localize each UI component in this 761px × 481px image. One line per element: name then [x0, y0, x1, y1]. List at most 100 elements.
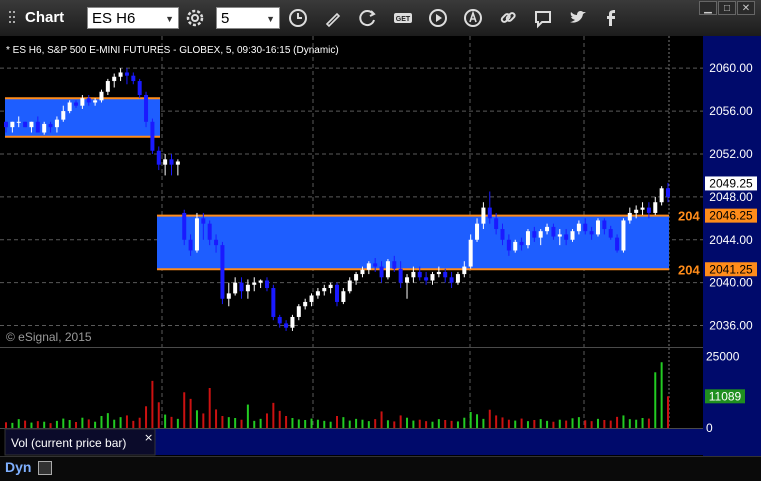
- refresh-icon[interactable]: [357, 7, 379, 29]
- candle-body: [35, 121, 40, 133]
- comment-icon[interactable]: [532, 7, 554, 29]
- candle-body: [112, 76, 117, 82]
- link-icon[interactable]: [497, 7, 519, 29]
- candle-body: [354, 274, 359, 281]
- candle-body: [156, 150, 161, 165]
- candle-body: [264, 280, 269, 289]
- candle-body: [608, 229, 613, 238]
- price-tick-label: 2048.00: [709, 190, 753, 204]
- chevron-down-icon[interactable]: ▼: [266, 8, 275, 30]
- candle-body: [455, 274, 460, 283]
- candle-body: [341, 291, 346, 302]
- candle-body: [564, 234, 569, 240]
- candle-body: [74, 102, 79, 106]
- minimize-icon[interactable]: ▁: [699, 1, 717, 15]
- twitter-icon[interactable]: [567, 7, 589, 29]
- copyright-text: © eSignal, 2015: [6, 330, 92, 344]
- price-tick-label: 2060.00: [709, 61, 753, 75]
- dynamic-status-label[interactable]: Dyn: [5, 459, 31, 475]
- price-tick-label: 2040.00: [709, 276, 753, 290]
- interval-input[interactable]: 5 ▼: [216, 7, 280, 29]
- candle-body: [392, 261, 397, 269]
- candle-body: [646, 207, 651, 213]
- candle-body: [67, 102, 72, 112]
- candle-body: [487, 207, 492, 219]
- candle-body: [86, 98, 91, 103]
- candle-body: [627, 212, 632, 221]
- copy-icon[interactable]: [38, 461, 52, 475]
- candle-body: [214, 239, 219, 246]
- candle-body: [436, 271, 441, 275]
- candle-body: [430, 274, 435, 281]
- candle-body: [220, 245, 225, 299]
- candle-body: [118, 72, 123, 77]
- candle-body: [277, 316, 282, 324]
- app-grid-icon[interactable]: [7, 7, 21, 29]
- candle-body: [4, 121, 8, 128]
- candle-body: [557, 234, 562, 237]
- candle-body: [519, 241, 524, 246]
- candle-body: [290, 316, 295, 328]
- candle-body: [188, 239, 193, 251]
- maximize-icon[interactable]: □: [718, 1, 736, 15]
- get-icon[interactable]: GET: [392, 7, 414, 29]
- candle-body: [137, 81, 142, 95]
- chart-titlebar: Chart ES H6 ▼ 5 ▼ GET ▁ □ ✕: [0, 0, 761, 37]
- candle-body: [468, 239, 473, 267]
- candle-body: [252, 282, 257, 285]
- last-volume-label: 11089: [709, 389, 742, 403]
- candle-body: [303, 301, 308, 307]
- chevron-down-icon[interactable]: ▼: [165, 8, 174, 30]
- play-icon[interactable]: [427, 7, 449, 29]
- candle-body: [373, 263, 378, 267]
- draw-icon[interactable]: [322, 7, 344, 29]
- candle-body: [309, 295, 314, 302]
- zone-top-price-label: 2046.25: [709, 209, 753, 223]
- candle-body: [296, 306, 301, 317]
- candle-body: [532, 231, 537, 238]
- candle-body: [23, 121, 28, 128]
- clock-icon[interactable]: [287, 7, 309, 29]
- candle-body: [61, 111, 66, 120]
- price-tick-label: 2036.00: [709, 319, 753, 333]
- candle-body: [175, 161, 180, 165]
- candle-body: [150, 121, 155, 151]
- candle-body: [124, 72, 129, 76]
- candle-body: [494, 218, 499, 230]
- candle-body: [144, 94, 149, 122]
- facebook-icon[interactable]: [600, 7, 622, 29]
- candle-body: [385, 261, 390, 278]
- chart-area: * ES H6, S&P 500 E-MINI FUTURES - GLOBEX…: [0, 36, 761, 456]
- last-price-label: 2049.25: [709, 176, 753, 190]
- symbol-value: ES H6: [92, 10, 136, 27]
- close-icon[interactable]: ✕: [737, 1, 755, 15]
- candle-body: [615, 237, 620, 251]
- candle-body: [443, 271, 448, 278]
- settings-icon[interactable]: [184, 7, 206, 29]
- volume-tick-label: 0: [706, 421, 713, 435]
- candle-body: [634, 209, 639, 213]
- price-zone: [157, 215, 669, 270]
- candle-body: [48, 123, 53, 128]
- candle-body: [29, 121, 34, 128]
- candle-body: [379, 266, 384, 278]
- candle-body: [411, 271, 416, 278]
- candle-body: [653, 202, 658, 213]
- price-tick-label: 2052.00: [709, 147, 753, 161]
- symbol-input[interactable]: ES H6 ▼: [87, 7, 179, 29]
- candle-body: [315, 291, 320, 296]
- candle-body: [417, 271, 422, 278]
- candle-body: [163, 159, 168, 165]
- alert-icon[interactable]: [462, 7, 484, 29]
- window-title: Chart: [25, 9, 65, 26]
- candle-body: [398, 268, 403, 283]
- candle-body: [328, 284, 333, 289]
- candle-body: [513, 241, 518, 251]
- candle-body: [93, 100, 98, 103]
- candle-body: [570, 231, 575, 240]
- interval-value: 5: [221, 10, 230, 27]
- get-label: GET: [396, 16, 411, 23]
- candle-body: [583, 223, 588, 232]
- close-study-icon[interactable]: ×: [144, 431, 153, 444]
- volume-tick-label: 25000: [706, 350, 740, 364]
